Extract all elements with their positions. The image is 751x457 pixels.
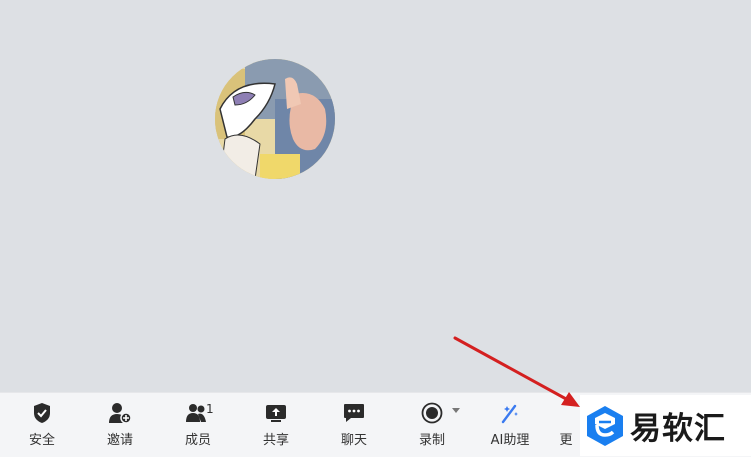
annotation-arrow [453, 336, 580, 407]
logo-icon [587, 405, 623, 446]
watermark-text: 易软汇 [630, 411, 726, 447]
watermark-logo: 易软汇 [580, 395, 751, 456]
